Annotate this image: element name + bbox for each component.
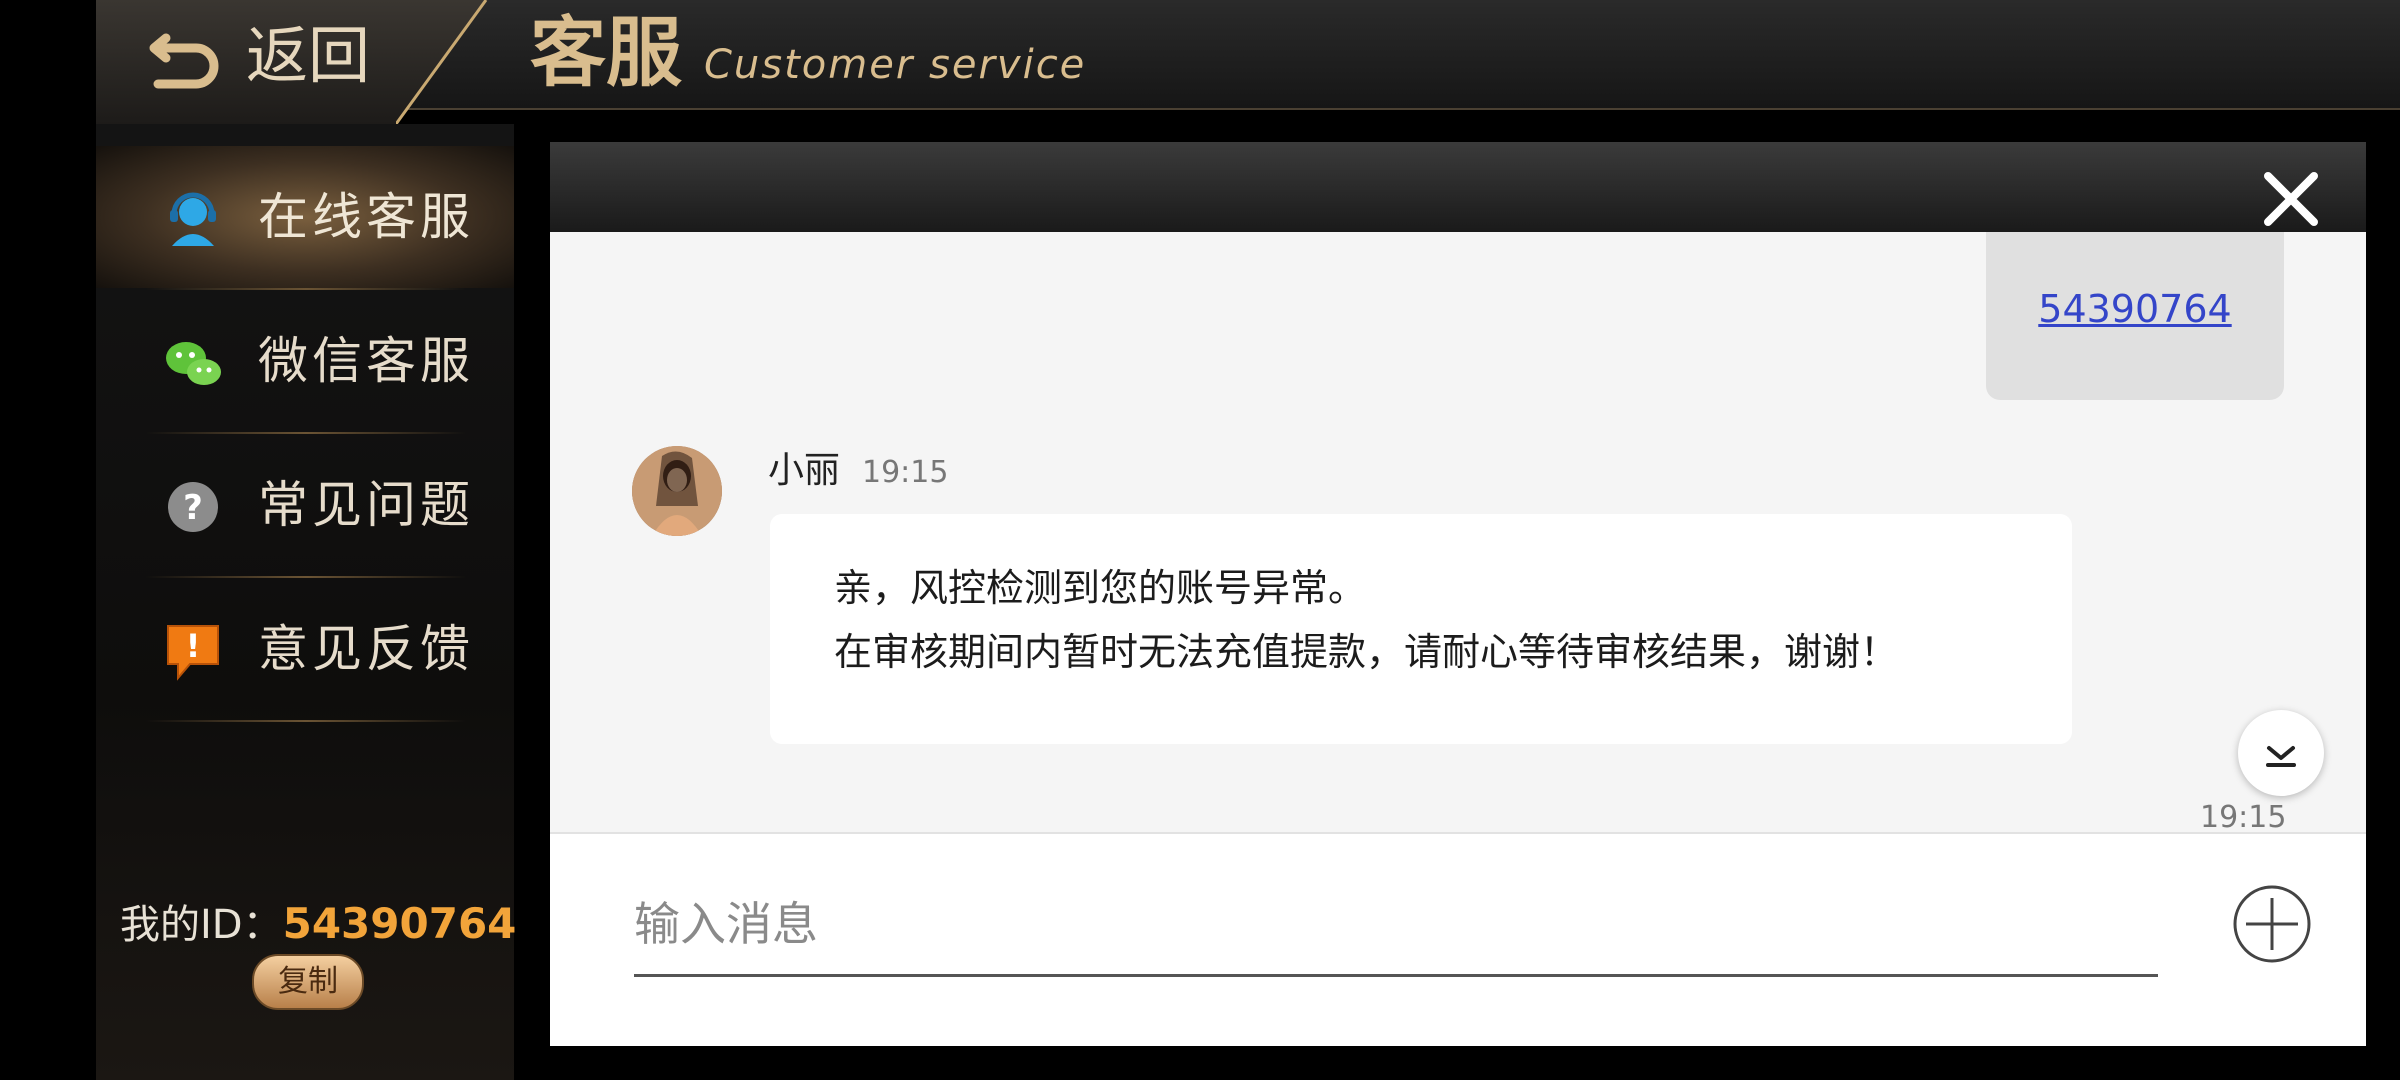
message-line: 在审核期间内暂时无法充值提款，请耐心等待审核结果，谢谢！ (834, 630, 1899, 674)
sidebar-item-label: 微信客服 (258, 332, 474, 390)
message-timestamp: 19:15 (862, 455, 949, 490)
page-subtitle: Customer service (704, 42, 1087, 88)
sidebar-item-label: 在线客服 (258, 188, 474, 246)
sidebar-item-wechat-service[interactable]: 微信客服 (96, 290, 514, 432)
page-title: 客服 (530, 8, 682, 97)
wechat-icon (166, 342, 221, 385)
svg-text:!: ! (186, 627, 201, 665)
back-arrow-icon (149, 33, 219, 89)
agent-avatar[interactable] (632, 446, 722, 536)
agent-name: 小丽 (768, 450, 841, 491)
question-icon: ? (168, 482, 218, 532)
chat-messages[interactable]: 54390764 小丽 19:15 亲，风控检测到您的账号异常。 在审核期间内暂… (550, 232, 2366, 832)
sidebar-item-faq[interactable]: ? 常见问题 (96, 434, 514, 576)
back-label: 返回 (246, 19, 371, 92)
feedback-icon: ! (167, 625, 219, 681)
sent-message-link[interactable]: 54390764 (1986, 284, 2284, 334)
my-id-label: 我的ID： (120, 902, 283, 948)
scroll-to-bottom-button[interactable] (2238, 710, 2324, 796)
avatar-image (632, 446, 722, 536)
chat-panel-topbar (550, 142, 2366, 232)
sidebar: 在线客服 微信客服 ? 常见问题 ! 意见反馈 我的ID：54390764 复制 (96, 124, 516, 1080)
customer-service-agent-icon (170, 192, 216, 246)
sidebar-item-label: 常见问题 (258, 476, 474, 534)
sent-message-bubble: 54390764 (1986, 232, 2284, 400)
close-icon[interactable] (2258, 166, 2324, 232)
message-line: 亲，风控检测到您的账号异常。 (834, 566, 1367, 610)
back-divider (396, 0, 488, 124)
sidebar-item-online-service[interactable]: 在线客服 (96, 146, 514, 288)
my-id-value: 54390764 (282, 899, 517, 948)
chevron-down-icon (2266, 746, 2296, 767)
sidebar-divider (146, 720, 466, 722)
my-id: 我的ID：54390764 (120, 894, 516, 963)
message-composer (550, 832, 2366, 1046)
sidebar-item-feedback[interactable]: ! 意见反馈 (96, 578, 514, 720)
header-bar: 返回 客服 Customer service (96, 0, 2400, 124)
svg-text:?: ? (183, 488, 203, 528)
agent-message-bubble: 亲，风控检测到您的账号异常。 在审核期间内暂时无法充值提款，请耐心等待审核结果，… (770, 514, 2072, 744)
copy-button[interactable]: 复制 (252, 954, 364, 1010)
sidebar-item-label: 意见反馈 (258, 620, 474, 678)
add-attachment-icon[interactable] (2232, 884, 2312, 964)
message-input[interactable] (634, 874, 2158, 977)
message-timestamp: 19:15 (2200, 800, 2287, 832)
